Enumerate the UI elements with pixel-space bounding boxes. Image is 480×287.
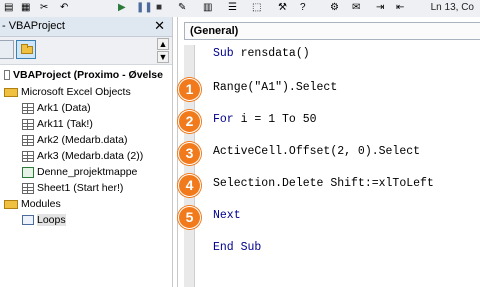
code-text: i = 1 To 50 [233,113,317,126]
sheet-icon [22,118,34,130]
object-dropdown[interactable]: (General) [184,22,480,40]
toolbar-options-icon[interactable]: ⚙ [330,1,339,14]
tree-node-label: Loops [37,214,66,226]
scroll-down-icon[interactable]: ▼ [157,51,169,63]
toolbar-outdent-icon[interactable]: ⇤ [396,1,404,14]
code-keyword: End Sub [213,241,262,254]
tree-node[interactable]: Denne_projektmappe [22,165,137,180]
toolbar-undo-icon[interactable]: ↶ [60,1,68,14]
step-badge: 3 [178,142,201,165]
toolbar-project-explorer-icon[interactable]: ▥ [203,1,212,14]
tree-node[interactable]: Ark3 (Medarb.data (2)) [22,149,143,164]
vbe-toolbar: ▤ ▦ ✂ ↶ ▶ ❚❚ ■ ✎ ▥ ☰ ⬚ ⚒ ? ⚙ ✉ ⇥ ⇤ Ln 13… [0,0,480,17]
sheet-icon [22,102,34,114]
toolbar-design-icon[interactable]: ✎ [178,1,186,14]
code-line[interactable]: Range("A1").Select [213,81,337,95]
step-badge: 2 [178,110,201,133]
folder-icon [4,87,18,97]
toolbar-help-icon[interactable]: ? [300,1,306,14]
code-text: Range("A1").Select [213,81,338,94]
toggle-folders-button[interactable] [16,40,36,59]
sheet-icon [22,182,34,194]
tree-node[interactable]: Modules [4,197,61,212]
workbook-icon [22,166,34,178]
module-icon [22,215,34,226]
tree-node[interactable]: Ark11 (Tak!) [22,117,93,132]
tree-node-label: Sheet1 (Start her!) [37,182,124,194]
tree-node[interactable]: Ark1 (Data) [22,101,91,116]
code-text: Selection.Delete Shift:=xlToLeft [213,177,434,190]
toolbar-reset-icon[interactable]: ■ [156,1,162,14]
tree-node-label: Ark2 (Medarb.data) [37,134,128,146]
toolbar-view-icon[interactable]: ▤ [4,1,13,14]
cursor-position: Ln 13, Co [430,2,474,13]
tree-node-label: Microsoft Excel Objects [21,86,131,98]
code-line[interactable]: End Sub [213,241,261,255]
tree-node-label: Ark11 (Tak!) [37,118,93,130]
code-keyword: Sub [213,47,234,60]
tree-node-label: Denne_projektmappe [37,166,138,178]
toolbar-properties-icon[interactable]: ☰ [228,1,237,14]
view-object-button[interactable] [0,40,14,59]
code-window: (General) Sub rensdata() Range("A1").Sele… [177,17,480,287]
tree-node-label: Ark1 (Data) [37,102,91,114]
toolbar-insert-icon[interactable]: ▦ [21,1,30,14]
toolbar-run-icon[interactable]: ▶ [118,1,126,14]
code-text: rensdata() [233,47,310,60]
folder-icon [21,44,33,54]
sheet-icon [22,150,34,162]
tree-node[interactable]: Ark2 (Medarb.data) [22,133,127,148]
code-line[interactable]: Selection.Delete Shift:=xlToLeft [213,177,434,191]
project-tree: VBAProject (Proximo - Øvelse Microsoft Ex… [0,65,172,287]
step-badge: 5 [178,206,201,229]
code-line[interactable]: Sub rensdata() [213,47,310,61]
project-icon [4,70,10,81]
project-explorer-title-bar: - VBAProject ✕ [0,17,172,37]
project-explorer-toolbar: ▲ ▼ [0,37,172,65]
step-badge: 4 [178,174,201,197]
toolbar-comment-icon[interactable]: ✉ [352,1,360,14]
tree-node[interactable]: Microsoft Excel Objects [4,85,131,100]
project-explorer-title: - VBAProject [2,20,65,32]
sheet-icon [22,134,34,146]
code-keyword: Next [213,209,241,222]
toolbar-indent-icon[interactable]: ⇥ [376,1,384,14]
code-line[interactable]: For i = 1 To 50 [213,113,317,127]
code-keyword: For [213,113,234,126]
code-text: ActiveCell.Offset(2, 0).Select [213,145,421,158]
close-icon[interactable]: ✕ [154,18,165,34]
tree-node-label: VBAProject (Proximo - Øvelse [13,69,163,81]
toolbar-cut-icon[interactable]: ✂ [40,1,48,14]
tree-node[interactable]: Loops [22,213,66,228]
project-explorer: - VBAProject ✕ ▲ ▼ VBAProject (Proximo -… [0,17,173,287]
tree-node[interactable]: VBAProject (Proximo - Øvelse [4,68,163,83]
code-line[interactable]: ActiveCell.Offset(2, 0).Select [213,145,420,159]
folder-icon [4,199,18,209]
object-dropdown-value: (General) [190,25,239,37]
scroll-up-icon[interactable]: ▲ [157,38,169,50]
step-badge: 1 [178,78,201,101]
tree-node[interactable]: Sheet1 (Start her!) [22,181,123,196]
code-line[interactable]: Next [213,209,241,223]
tree-node-label: Ark3 (Medarb.data (2)) [37,150,144,162]
toolbar-toolbox-icon[interactable]: ⚒ [278,1,287,14]
toolbar-break-icon[interactable]: ❚❚ [136,1,153,14]
toolbar-object-browser-icon[interactable]: ⬚ [252,1,261,14]
tree-node-label: Modules [21,198,61,210]
